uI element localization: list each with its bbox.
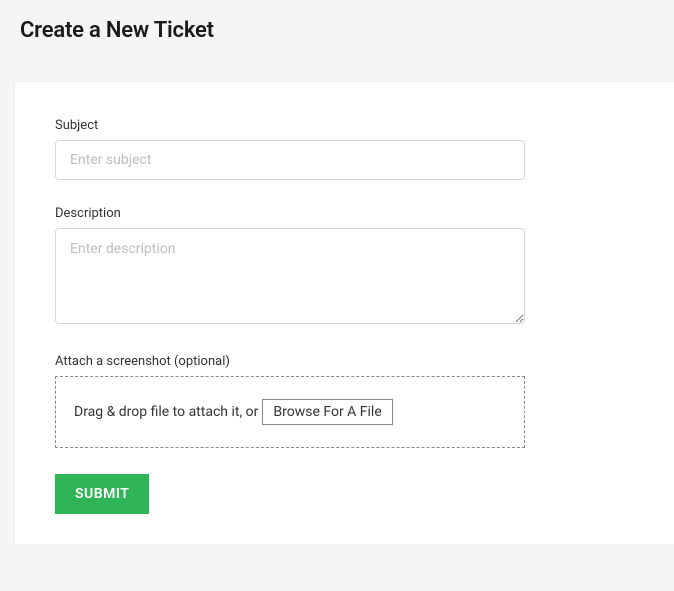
- dropzone-text: Drag & drop file to attach it, or: [74, 404, 258, 420]
- description-label: Description: [55, 206, 634, 221]
- attachment-group: Attach a screenshot (optional) Drag & dr…: [55, 354, 634, 448]
- subject-group: Subject: [55, 118, 634, 180]
- subject-input[interactable]: [55, 140, 525, 180]
- description-input[interactable]: [55, 228, 525, 324]
- ticket-form-card: Subject Description Attach a screenshot …: [14, 81, 674, 544]
- page-title: Create a New Ticket: [0, 0, 674, 53]
- description-group: Description: [55, 206, 634, 328]
- browse-file-button[interactable]: Browse For A File: [262, 399, 392, 425]
- submit-button[interactable]: SUBMIT: [55, 474, 149, 514]
- attachment-label: Attach a screenshot (optional): [55, 354, 634, 369]
- subject-label: Subject: [55, 118, 634, 133]
- file-dropzone[interactable]: Drag & drop file to attach it, or Browse…: [55, 376, 525, 448]
